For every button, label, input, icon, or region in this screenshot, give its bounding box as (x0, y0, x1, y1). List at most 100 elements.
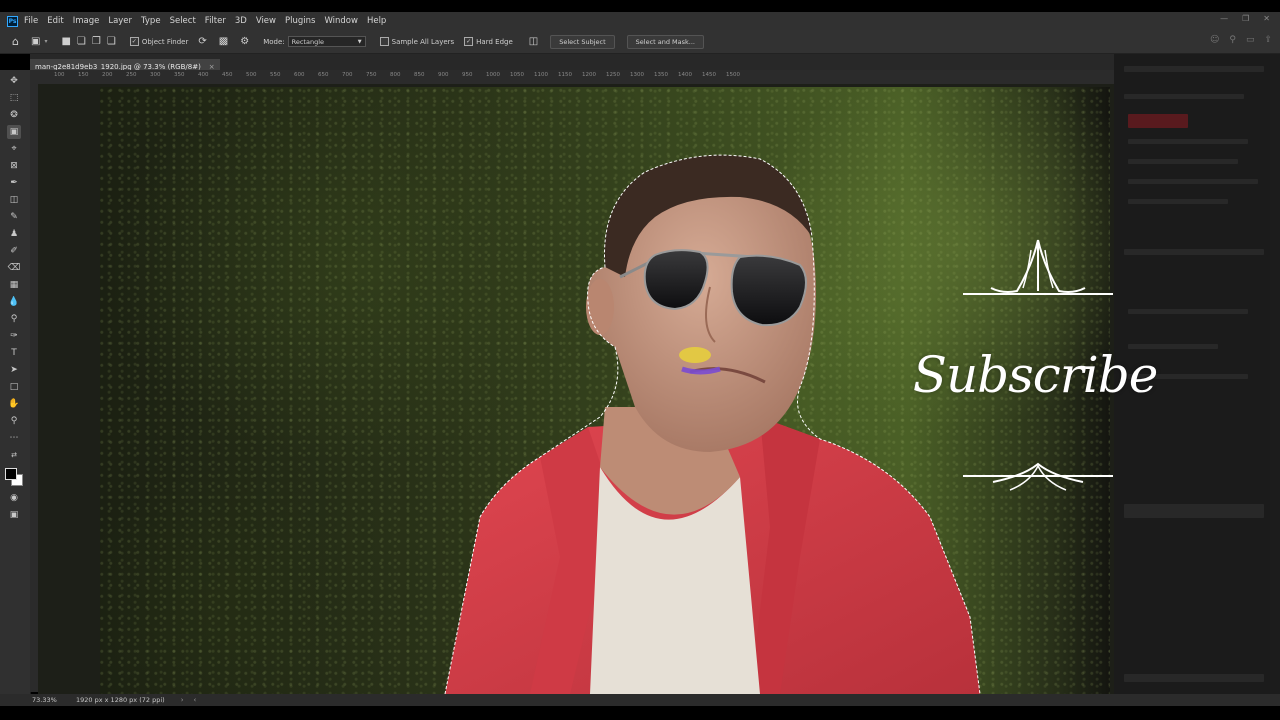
menu-type[interactable]: Type (141, 16, 161, 26)
mode-value: Rectangle (291, 37, 325, 46)
panel-row (1128, 139, 1248, 144)
foreground-color-swatch[interactable] (5, 468, 17, 480)
hard-edge-label: Hard Edge (476, 37, 513, 46)
lasso-tool-icon[interactable]: ❂ (7, 108, 21, 122)
sample-all-layers-checkbox[interactable] (379, 37, 389, 46)
document-tab-bar: man-g2e81d9eb3_1920.jpg @ 73.3% (RGB/8#)… (30, 54, 1114, 75)
object-finder-label: Object Finder (141, 37, 189, 46)
mode-select[interactable]: Rectangle ▼ (287, 36, 366, 47)
workspace-icon[interactable]: ▭ (1246, 35, 1255, 45)
yellow-brush-mark (679, 347, 711, 363)
eyedropper-tool-icon[interactable]: ✒ (7, 176, 21, 190)
swap-colors-icon[interactable]: ⇄ (7, 448, 21, 462)
ruler-tick: 600 (294, 72, 305, 78)
ruler-tick: 750 (366, 72, 377, 78)
menu-edit[interactable]: Edit (47, 16, 63, 26)
subscribe-overlay[interactable]: Subscribe (905, 236, 1165, 496)
intersect-selection-icon[interactable]: ❑ (107, 36, 116, 47)
subtract-from-selection-icon[interactable]: ❐ (92, 36, 101, 47)
hand-tool-icon[interactable]: ✋ (7, 397, 21, 411)
crop-tool-icon[interactable]: ⌖ (7, 142, 21, 156)
ruler-tick: 650 (318, 72, 329, 78)
menu-window[interactable]: Window (324, 16, 358, 26)
refresh-icon[interactable]: ⟳ (198, 36, 206, 47)
close-icon[interactable]: ✕ (1263, 14, 1270, 23)
object-finder-option[interactable]: ✓ Object Finder (129, 37, 189, 46)
hard-edge-checkbox[interactable]: ✓ (464, 37, 474, 46)
object-selection-tool-icon[interactable]: ▣ (7, 125, 21, 139)
ruler-corner (30, 70, 52, 84)
share-icon[interactable]: ☺ (1210, 35, 1219, 45)
clone-stamp-tool-icon[interactable]: ♟ (7, 227, 21, 241)
menu-filter[interactable]: Filter (205, 16, 226, 26)
layer-row (1124, 504, 1264, 518)
sample-all-layers-option[interactable]: Sample All Layers (379, 37, 454, 46)
ruler-tick: 300 (150, 72, 161, 78)
ruler-tick: 1200 (582, 72, 596, 78)
swatch-row (1128, 114, 1188, 128)
show-all-objects-icon[interactable]: ▩ (219, 36, 228, 47)
dodge-tool-icon[interactable]: ⚲ (7, 312, 21, 326)
window-bottom-strip (0, 706, 1280, 720)
hard-edge-option[interactable]: ✓ Hard Edge (464, 37, 513, 46)
select-and-mask-button[interactable]: Select and Mask... (626, 34, 704, 49)
menu-view[interactable]: View (256, 16, 276, 26)
rectangle-tool-icon[interactable]: □ (7, 380, 21, 394)
ruler-tick: 150 (78, 72, 89, 78)
add-to-selection-icon[interactable]: ❏ (77, 36, 86, 47)
screen-mode-icon[interactable]: ▣ (7, 508, 21, 522)
ruler-tick: 200 (102, 72, 113, 78)
zoom-tool-icon[interactable]: ⚲ (7, 414, 21, 428)
ruler-tick: 1300 (630, 72, 644, 78)
menu-help[interactable]: Help (367, 16, 386, 26)
search-icon[interactable]: ⚲ (1229, 35, 1236, 45)
new-selection-icon[interactable]: ■ (61, 36, 70, 47)
ruler-tick: 100 (54, 72, 65, 78)
chevron-down-icon[interactable]: ▾ (44, 38, 47, 45)
subscribe-text[interactable]: Subscribe (905, 346, 1165, 404)
menu-file[interactable]: File (24, 16, 38, 26)
top-ruler: 100 150 200 250 300 350 400 450 500 550 … (52, 70, 1114, 85)
menu-3d[interactable]: 3D (235, 16, 247, 26)
chevron-left-icon[interactable]: ‹ (194, 696, 197, 704)
healing-brush-tool-icon[interactable]: ◫ (7, 193, 21, 207)
options-right-icons: ☺ ⚲ ▭ ⇪ (1210, 35, 1272, 45)
history-brush-tool-icon[interactable]: ✐ (7, 244, 21, 258)
brush-options-icon[interactable]: ◫ (529, 36, 538, 47)
ruler-tick: 950 (462, 72, 473, 78)
path-selection-tool-icon[interactable]: ➤ (7, 363, 21, 377)
type-tool-icon[interactable]: T (7, 346, 21, 360)
menu-select[interactable]: Select (170, 16, 196, 26)
more-tools-icon[interactable]: ⋯ (7, 431, 21, 445)
pen-tool-icon[interactable]: ✑ (7, 329, 21, 343)
home-icon[interactable]: ⌂ (12, 35, 19, 48)
menu-image[interactable]: Image (73, 16, 100, 26)
options-bar: ⌂ ▣ ▾ ■ ❏ ❐ ❑ ✓ Object Finder ⟳ ▩ ⚙ Mode… (0, 30, 1280, 54)
menu-layer[interactable]: Layer (108, 16, 132, 26)
move-tool-icon[interactable]: ✥ (7, 74, 21, 88)
chevron-down-icon: ▼ (357, 38, 362, 45)
panel-row (1128, 199, 1228, 204)
object-finder-checkbox[interactable]: ✓ (129, 37, 139, 46)
zoom-level[interactable]: 73.33% (32, 696, 72, 704)
gradient-tool-icon[interactable]: ▦ (7, 278, 21, 292)
panel-row (1124, 94, 1244, 99)
gear-icon[interactable]: ⚙ (240, 36, 249, 47)
brush-tool-icon[interactable]: ✎ (7, 210, 21, 224)
minimize-icon[interactable]: — (1220, 14, 1228, 23)
panel-row (1128, 159, 1238, 164)
quick-mask-icon[interactable]: ◉ (7, 491, 21, 505)
ruler-tick: 800 (390, 72, 401, 78)
tools-panel: ✥ ⬚ ❂ ▣ ⌖ ⊠ ✒ ◫ ✎ ♟ ✐ ⌫ ▦ 💧 ⚲ ✑ T ➤ □ ✋ … (0, 70, 31, 694)
blur-tool-icon[interactable]: 💧 (7, 295, 21, 309)
chevron-right-icon[interactable]: › (181, 696, 184, 704)
object-selection-tool-icon[interactable]: ▣ (31, 36, 40, 47)
share-upload-icon[interactable]: ⇪ (1264, 35, 1272, 45)
menu-plugins[interactable]: Plugins (285, 16, 315, 26)
ruler-tick: 1350 (654, 72, 668, 78)
select-subject-button[interactable]: Select Subject (550, 34, 615, 49)
marquee-tool-icon[interactable]: ⬚ (7, 91, 21, 105)
restore-icon[interactable]: ❐ (1242, 14, 1249, 23)
frame-tool-icon[interactable]: ⊠ (7, 159, 21, 173)
eraser-tool-icon[interactable]: ⌫ (7, 261, 21, 275)
